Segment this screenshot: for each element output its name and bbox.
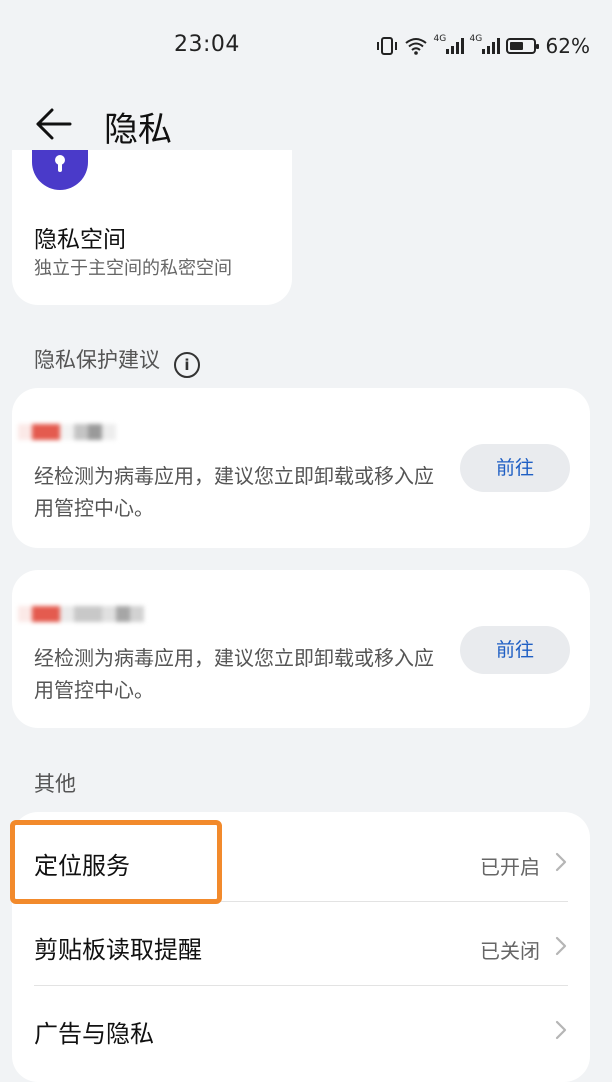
chevron-right-icon <box>555 1020 567 1040</box>
chevron-right-icon <box>555 852 567 872</box>
row-label: 广告与隐私 <box>34 1020 154 1048</box>
section-title-other: 其他 <box>34 772 76 796</box>
row-value: 已开启 <box>480 855 540 879</box>
status-bar: 23:04 4G 4G 62% <box>0 0 612 90</box>
suggestion-card: 经检测为病毒应用，建议您立即卸载或移入应用管控中心。 前往 <box>12 388 590 548</box>
network-tag: 4G <box>469 34 483 44</box>
status-icons: 4G 4G 62% <box>376 34 590 58</box>
suggestion-text: 经检测为病毒应用，建议您立即卸载或移入应用管控中心。 <box>34 464 434 520</box>
header: 隐私 <box>0 92 612 156</box>
app-icon <box>18 606 144 622</box>
vibrate-icon <box>376 37 397 55</box>
network-tag: 4G <box>433 34 447 44</box>
battery-percent: 62% <box>545 34 590 58</box>
go-button[interactable]: 前往 <box>460 444 570 492</box>
app-icon <box>18 424 116 440</box>
suggestion-card: 经检测为病毒应用，建议您立即卸载或移入应用管控中心。 前往 <box>12 570 590 728</box>
battery-icon <box>505 38 539 54</box>
arrow-left-icon[interactable] <box>34 104 74 144</box>
row-value: 已关闭 <box>480 939 540 963</box>
section-title-text: 隐私保护建议 <box>34 348 160 372</box>
list-item-clipboard-reminder[interactable]: 剪贴板读取提醒 已关闭 <box>12 902 590 986</box>
privacy-space-card[interactable]: 隐私空间 独立于主空间的私密空间 <box>12 150 292 305</box>
suggestion-text: 经检测为病毒应用，建议您立即卸载或移入应用管控中心。 <box>34 646 434 702</box>
battery-fill <box>509 42 524 50</box>
highlight-box <box>10 820 222 904</box>
chevron-right-icon <box>555 936 567 956</box>
section-title-suggestions: 隐私保护建议 i <box>34 344 200 378</box>
signal-4g-icon: 4G <box>470 34 500 54</box>
row-label: 剪贴板读取提醒 <box>34 936 202 964</box>
list-item-ads-privacy[interactable]: 广告与隐私 <box>12 986 590 1070</box>
page-title: 隐私 <box>104 110 172 150</box>
status-time: 23:04 <box>174 32 240 57</box>
go-button[interactable]: 前往 <box>460 626 570 674</box>
shield-lock-icon <box>32 150 88 190</box>
signal-4g-icon: 4G <box>434 34 464 54</box>
privacy-space-description: 独立于主空间的私密空间 <box>34 258 232 279</box>
wifi-icon <box>404 38 427 55</box>
privacy-space-title: 隐私空间 <box>34 227 126 253</box>
info-icon[interactable]: i <box>174 352 200 378</box>
